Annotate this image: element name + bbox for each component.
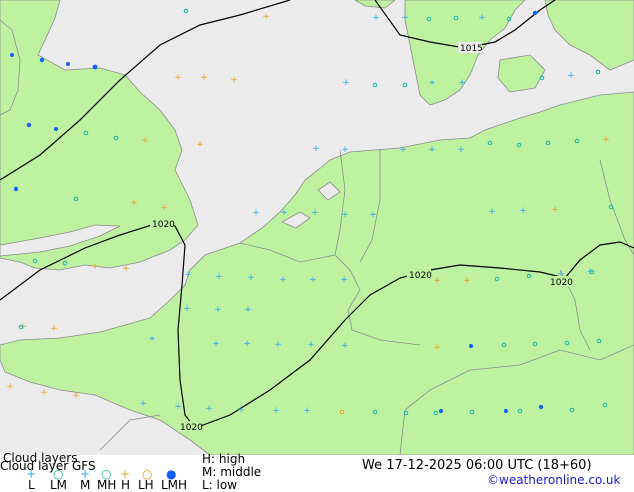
forecast-datetime: We 17-12-2025 06:00 UTC (18+60) <box>362 458 592 473</box>
credit-link[interactable]: ©weatheronline.co.uk <box>487 474 620 487</box>
svg-text:+: + <box>340 275 348 285</box>
svg-text:+: + <box>557 269 565 279</box>
isobar-label-1020-d: 1020 <box>180 423 203 433</box>
svg-text:+: + <box>519 206 527 216</box>
svg-text:+: + <box>237 405 245 415</box>
legend: Cloud layers Cloud layer GFS + ○ + ○ + ○… <box>0 452 634 492</box>
svg-text:+: + <box>148 334 156 344</box>
key-lh: LH <box>138 478 154 492</box>
svg-text:+: + <box>279 275 287 285</box>
svg-text:+: + <box>252 208 260 218</box>
svg-text:+: + <box>372 13 380 23</box>
svg-text:+: + <box>272 406 280 416</box>
svg-text:+: + <box>139 399 147 409</box>
svg-text:+: + <box>196 140 204 150</box>
key-l: L <box>28 478 35 492</box>
svg-text:+: + <box>399 145 407 155</box>
key-h: H <box>121 478 131 492</box>
svg-text:+: + <box>341 145 349 155</box>
isobar-label-1020-c: 1020 <box>550 278 573 288</box>
svg-text:+: + <box>122 264 130 274</box>
svg-text:+: + <box>307 340 315 350</box>
svg-text:+: + <box>174 402 182 412</box>
svg-text:+: + <box>433 276 441 286</box>
svg-text:+: + <box>243 339 251 349</box>
weather-map: 1015 1020 1020 1020 1020 + + + + + + + + + + + +… <box>0 0 634 455</box>
svg-text:+: + <box>244 305 252 315</box>
svg-text:+: + <box>6 382 14 392</box>
svg-text:+: + <box>488 207 496 217</box>
svg-text:+: + <box>341 341 349 351</box>
svg-text:+: + <box>551 205 559 215</box>
svg-text:+: + <box>280 208 288 218</box>
svg-text:+: + <box>200 73 208 83</box>
svg-text:+: + <box>230 75 238 85</box>
svg-text:+: + <box>274 340 282 350</box>
key-mh: MH <box>97 478 117 492</box>
svg-text:+: + <box>247 273 255 283</box>
svg-text:+: + <box>214 305 222 315</box>
svg-text:+: + <box>463 276 471 286</box>
svg-text:+: + <box>602 135 610 145</box>
key-m: M <box>80 478 91 492</box>
svg-text:+: + <box>72 391 80 401</box>
svg-text:+: + <box>141 136 149 146</box>
level-low: L: low <box>202 478 238 492</box>
svg-text:+: + <box>174 73 182 83</box>
svg-text:+: + <box>303 406 311 416</box>
svg-text:+: + <box>401 13 409 23</box>
svg-text:+: + <box>567 71 575 81</box>
isobar-label-1020-b: 1020 <box>409 271 432 281</box>
svg-text:+: + <box>309 275 317 285</box>
svg-text:+: + <box>311 208 319 218</box>
svg-text:+: + <box>457 145 465 155</box>
svg-text:+: + <box>183 304 191 314</box>
svg-text:+: + <box>91 262 99 272</box>
key-lm: LM <box>50 478 68 492</box>
svg-text:+: + <box>160 203 168 213</box>
svg-text:+: + <box>433 343 441 353</box>
svg-text:+: + <box>458 78 466 88</box>
svg-text:+: + <box>428 145 436 155</box>
svg-text:+: + <box>369 210 377 220</box>
svg-text:+: + <box>215 272 223 282</box>
svg-text:+: + <box>50 324 58 334</box>
svg-text:+: + <box>478 13 486 23</box>
svg-text:+: + <box>262 12 270 22</box>
isobar-label-1015: 1015 <box>460 44 483 54</box>
svg-text:+: + <box>312 144 320 154</box>
svg-text:+: + <box>342 78 350 88</box>
isobar-label-1020-a: 1020 <box>152 220 175 230</box>
svg-text:+: + <box>184 270 192 280</box>
svg-text:+: + <box>130 198 138 208</box>
svg-text:+: + <box>341 210 349 220</box>
svg-text:+: + <box>212 339 220 349</box>
svg-text:+: + <box>40 388 48 398</box>
key-lmh: LMH <box>161 478 188 492</box>
svg-text:+: + <box>205 404 213 414</box>
svg-text:+: + <box>428 78 436 88</box>
